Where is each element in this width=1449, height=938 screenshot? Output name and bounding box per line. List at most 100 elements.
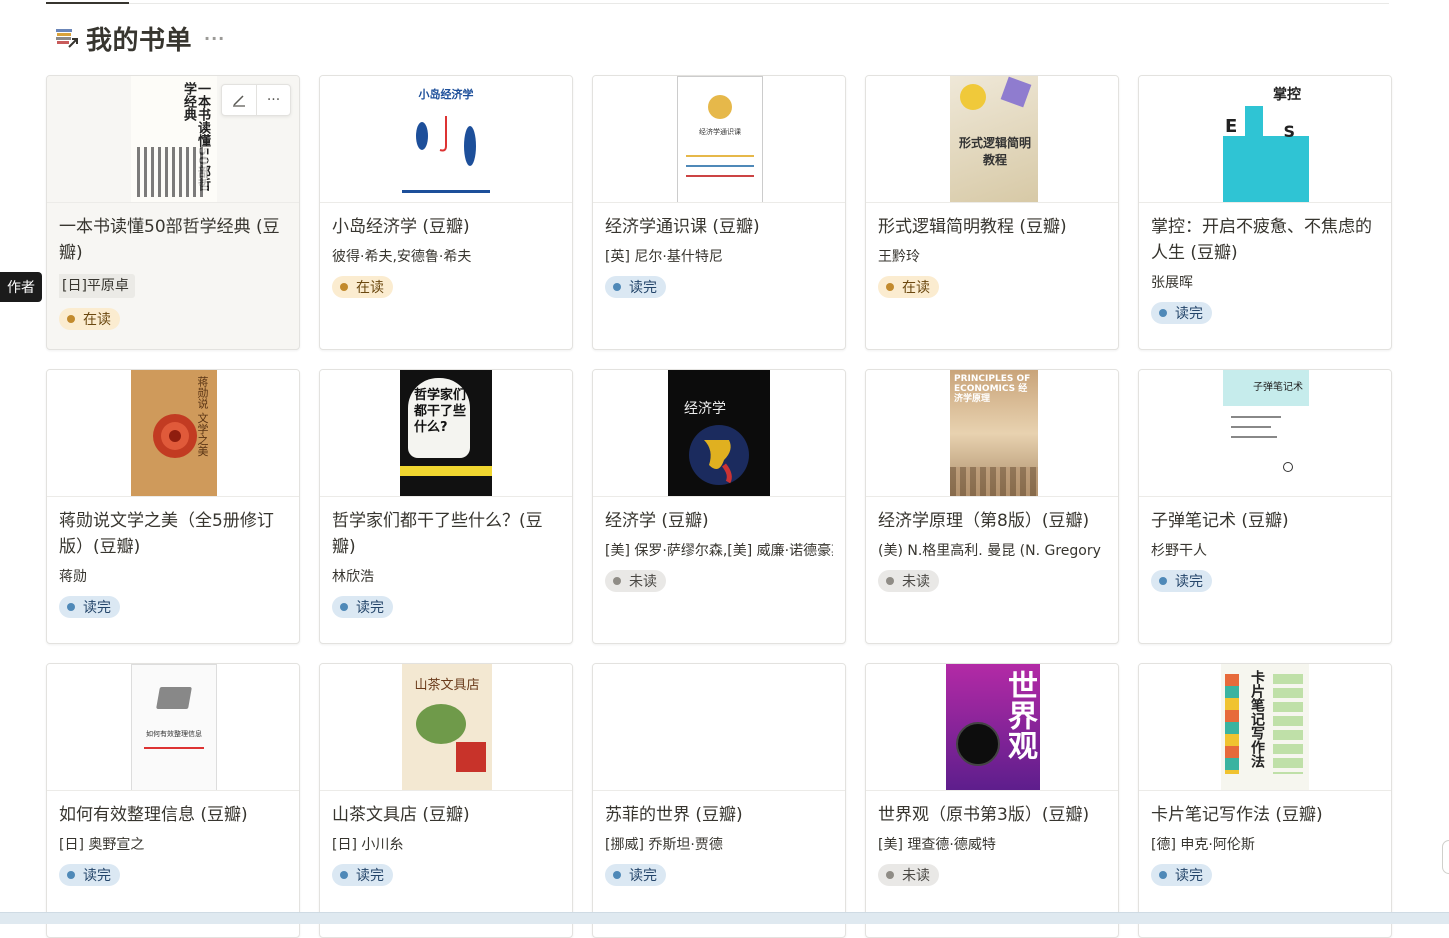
book-author[interactable]: 张展晖 bbox=[1151, 274, 1379, 292]
book-author[interactable]: [挪威] 乔斯坦·贾德 bbox=[605, 836, 833, 854]
status-badge: 在读 bbox=[332, 276, 393, 298]
book-author[interactable]: [日]平原卓 bbox=[59, 274, 287, 298]
status-badge: 读完 bbox=[1151, 864, 1212, 886]
book-author[interactable]: (美) N.格里高利. 曼昆 (N. Gregory Mankiw) bbox=[878, 542, 1106, 560]
book-cover[interactable]: 形式逻辑简明教程 bbox=[866, 76, 1118, 203]
book-cover[interactable]: 子弹笔记术 bbox=[1139, 370, 1391, 497]
book-cover[interactable]: 小岛经济学 bbox=[320, 76, 572, 203]
status-dot-icon bbox=[340, 603, 348, 611]
book-title: 如何有效整理信息 (豆瓣) bbox=[59, 805, 248, 825]
author-property-tooltip: 作者 bbox=[0, 272, 42, 302]
book-cover[interactable]: 卡片笔记写作法 bbox=[1139, 664, 1391, 791]
book-cover[interactable]: 蒋勋说 文学之美 bbox=[47, 370, 299, 497]
active-view-tab-indicator[interactable] bbox=[46, 2, 129, 4]
cover-image: 掌控 E S bbox=[1223, 76, 1309, 202]
status-dot-icon bbox=[1159, 577, 1167, 585]
book-cover[interactable]: 山茶文具店 bbox=[320, 664, 572, 791]
book-author[interactable]: [英] 尼尔·基什特尼 bbox=[605, 248, 833, 266]
status-dot-icon bbox=[67, 871, 75, 879]
gallery-grid: 一本书读懂50部哲学经典 ··· 一本书读懂50部哲学经典 (豆瓣) [日]平原… bbox=[46, 75, 1392, 938]
status-badge: 读完 bbox=[59, 596, 120, 618]
database-header: 我的书单 ··· bbox=[54, 20, 225, 56]
book-author[interactable]: [德] 申克·阿伦斯 bbox=[1151, 836, 1379, 854]
book-card[interactable]: 形式逻辑简明教程 形式逻辑简明教程 (豆瓣) 王黔玲 在读 bbox=[865, 75, 1119, 350]
book-card[interactable]: 子弹笔记术 子弹笔记术 (豆瓣) 杉野干人 读完 bbox=[1138, 369, 1392, 644]
status-dot-icon bbox=[613, 283, 621, 291]
book-card[interactable]: 如何有效整理信息 如何有效整理信息 (豆瓣) [日] 奥野宣之 读完 bbox=[46, 663, 300, 938]
book-cover[interactable] bbox=[593, 664, 845, 791]
book-card[interactable]: 哲学家们都干了些什么? 哲学家们都干了些什么？(豆瓣) 林欣浩 读完 bbox=[319, 369, 573, 644]
cover-image: 小岛经济学 bbox=[400, 76, 492, 202]
status-badge: 读完 bbox=[59, 864, 120, 886]
book-title: 子弹笔记术 (豆瓣) bbox=[1151, 511, 1289, 531]
book-author[interactable]: 蒋勋 bbox=[59, 568, 287, 586]
book-cover[interactable]: 掌控 E S bbox=[1139, 76, 1391, 203]
book-card[interactable]: 经济学通识课 经济学通识课 (豆瓣) [英] 尼尔·基什特尼 读完 bbox=[592, 75, 846, 350]
status-badge: 读完 bbox=[332, 864, 393, 886]
book-author[interactable]: [美] 保罗·萨缪尔森,[美] 威廉·诺德豪斯 bbox=[605, 542, 833, 560]
database-more-button[interactable]: ··· bbox=[204, 29, 225, 48]
book-card[interactable]: 小岛经济学 小岛经济学 (豆瓣) 彼得·希夫,安德鲁·希夫 在读 bbox=[319, 75, 573, 350]
status-badge: 在读 bbox=[878, 276, 939, 298]
cover-image: 一本书读懂50部哲学经典 bbox=[131, 76, 217, 202]
book-title: 卡片笔记写作法 (豆瓣) bbox=[1151, 805, 1323, 825]
book-title: 经济学原理（第8版）(豆瓣) bbox=[878, 511, 1090, 531]
cover-image: 形式逻辑简明教程 bbox=[950, 76, 1038, 202]
book-author[interactable]: 林欣浩 bbox=[332, 568, 560, 586]
book-cover[interactable]: 如何有效整理信息 bbox=[47, 664, 299, 791]
book-author[interactable]: [日] 小川糸 bbox=[332, 836, 560, 854]
status-dot-icon bbox=[886, 577, 894, 585]
bottom-status-bar bbox=[0, 912, 1449, 924]
status-badge: 在读 bbox=[59, 308, 120, 330]
card-more-button[interactable]: ··· bbox=[256, 85, 290, 115]
status-badge: 读完 bbox=[605, 864, 666, 886]
book-card[interactable]: 一本书读懂50部哲学经典 ··· 一本书读懂50部哲学经典 (豆瓣) [日]平原… bbox=[46, 75, 300, 350]
book-card[interactable]: 山茶文具店 山茶文具店 (豆瓣) [日] 小川糸 读完 bbox=[319, 663, 573, 938]
status-dot-icon bbox=[67, 603, 75, 611]
book-card[interactable]: 掌控 E S 掌控：开启不疲惫、不焦虑的人生 (豆瓣) 张展晖 读完 bbox=[1138, 75, 1392, 350]
book-title: 苏菲的世界 (豆瓣) bbox=[605, 805, 743, 825]
pencil-icon bbox=[233, 95, 245, 107]
status-badge: 未读 bbox=[878, 570, 939, 592]
book-author[interactable]: 王黔玲 bbox=[878, 248, 1106, 266]
cover-image: 如何有效整理信息 bbox=[131, 664, 217, 790]
book-author[interactable]: [美] 理查德·德威特 bbox=[878, 836, 1106, 854]
book-cover[interactable]: 世界观 bbox=[866, 664, 1118, 791]
status-badge: 读完 bbox=[605, 276, 666, 298]
status-dot-icon bbox=[67, 315, 75, 323]
book-author[interactable]: 彼得·希夫,安德鲁·希夫 bbox=[332, 248, 560, 266]
book-title: 小岛经济学 (豆瓣) bbox=[332, 217, 470, 237]
status-dot-icon bbox=[1159, 871, 1167, 879]
book-card[interactable]: 卡片笔记写作法 卡片笔记写作法 (豆瓣) [德] 申克·阿伦斯 读完 bbox=[1138, 663, 1392, 938]
book-card[interactable]: 苏菲的世界 (豆瓣) [挪威] 乔斯坦·贾德 读完 bbox=[592, 663, 846, 938]
status-badge: 未读 bbox=[605, 570, 666, 592]
status-dot-icon bbox=[613, 871, 621, 879]
book-author[interactable]: 杉野干人 bbox=[1151, 542, 1379, 560]
book-card[interactable]: 世界观 世界观（原书第3版）(豆瓣) [美] 理查德·德威特 未读 bbox=[865, 663, 1119, 938]
book-card[interactable]: 经济学 经济学 (豆瓣) [美] 保罗·萨缪尔森,[美] 威廉·诺德豪斯 未读 bbox=[592, 369, 846, 644]
database-title[interactable]: 我的书单 bbox=[86, 20, 192, 57]
view-tab-underline bbox=[46, 0, 1389, 4]
book-cover[interactable]: 经济学通识课 bbox=[593, 76, 845, 203]
book-title: 形式逻辑简明教程 (豆瓣) bbox=[878, 217, 1067, 237]
book-cover[interactable]: 经济学 bbox=[593, 370, 845, 497]
status-badge: 未读 bbox=[878, 864, 939, 886]
edit-card-button[interactable] bbox=[222, 85, 256, 115]
book-title: 掌控：开启不疲惫、不焦虑的人生 (豆瓣) bbox=[1151, 217, 1372, 263]
book-card[interactable]: PRINCIPLES OF ECONOMICS 经济学原理 经济学原理（第8版）… bbox=[865, 369, 1119, 644]
card-actions: ··· bbox=[221, 84, 291, 116]
status-dot-icon bbox=[613, 577, 621, 585]
status-badge: 读完 bbox=[1151, 302, 1212, 324]
book-cover[interactable]: 一本书读懂50部哲学经典 ··· bbox=[47, 76, 299, 203]
side-scroll-handle[interactable] bbox=[1442, 840, 1449, 874]
book-title: 经济学 (豆瓣) bbox=[605, 511, 709, 531]
status-dot-icon bbox=[340, 283, 348, 291]
book-cover[interactable]: PRINCIPLES OF ECONOMICS 经济学原理 bbox=[866, 370, 1118, 497]
status-badge: 读完 bbox=[332, 596, 393, 618]
status-dot-icon bbox=[340, 871, 348, 879]
cover-image: 山茶文具店 bbox=[402, 664, 492, 790]
book-title: 经济学通识课 (豆瓣) bbox=[605, 217, 760, 237]
book-card[interactable]: 蒋勋说 文学之美 蒋勋说文学之美（全5册修订版）(豆瓣) 蒋勋 读完 bbox=[46, 369, 300, 644]
book-cover[interactable]: 哲学家们都干了些什么? bbox=[320, 370, 572, 497]
book-author[interactable]: [日] 奥野宣之 bbox=[59, 836, 287, 854]
